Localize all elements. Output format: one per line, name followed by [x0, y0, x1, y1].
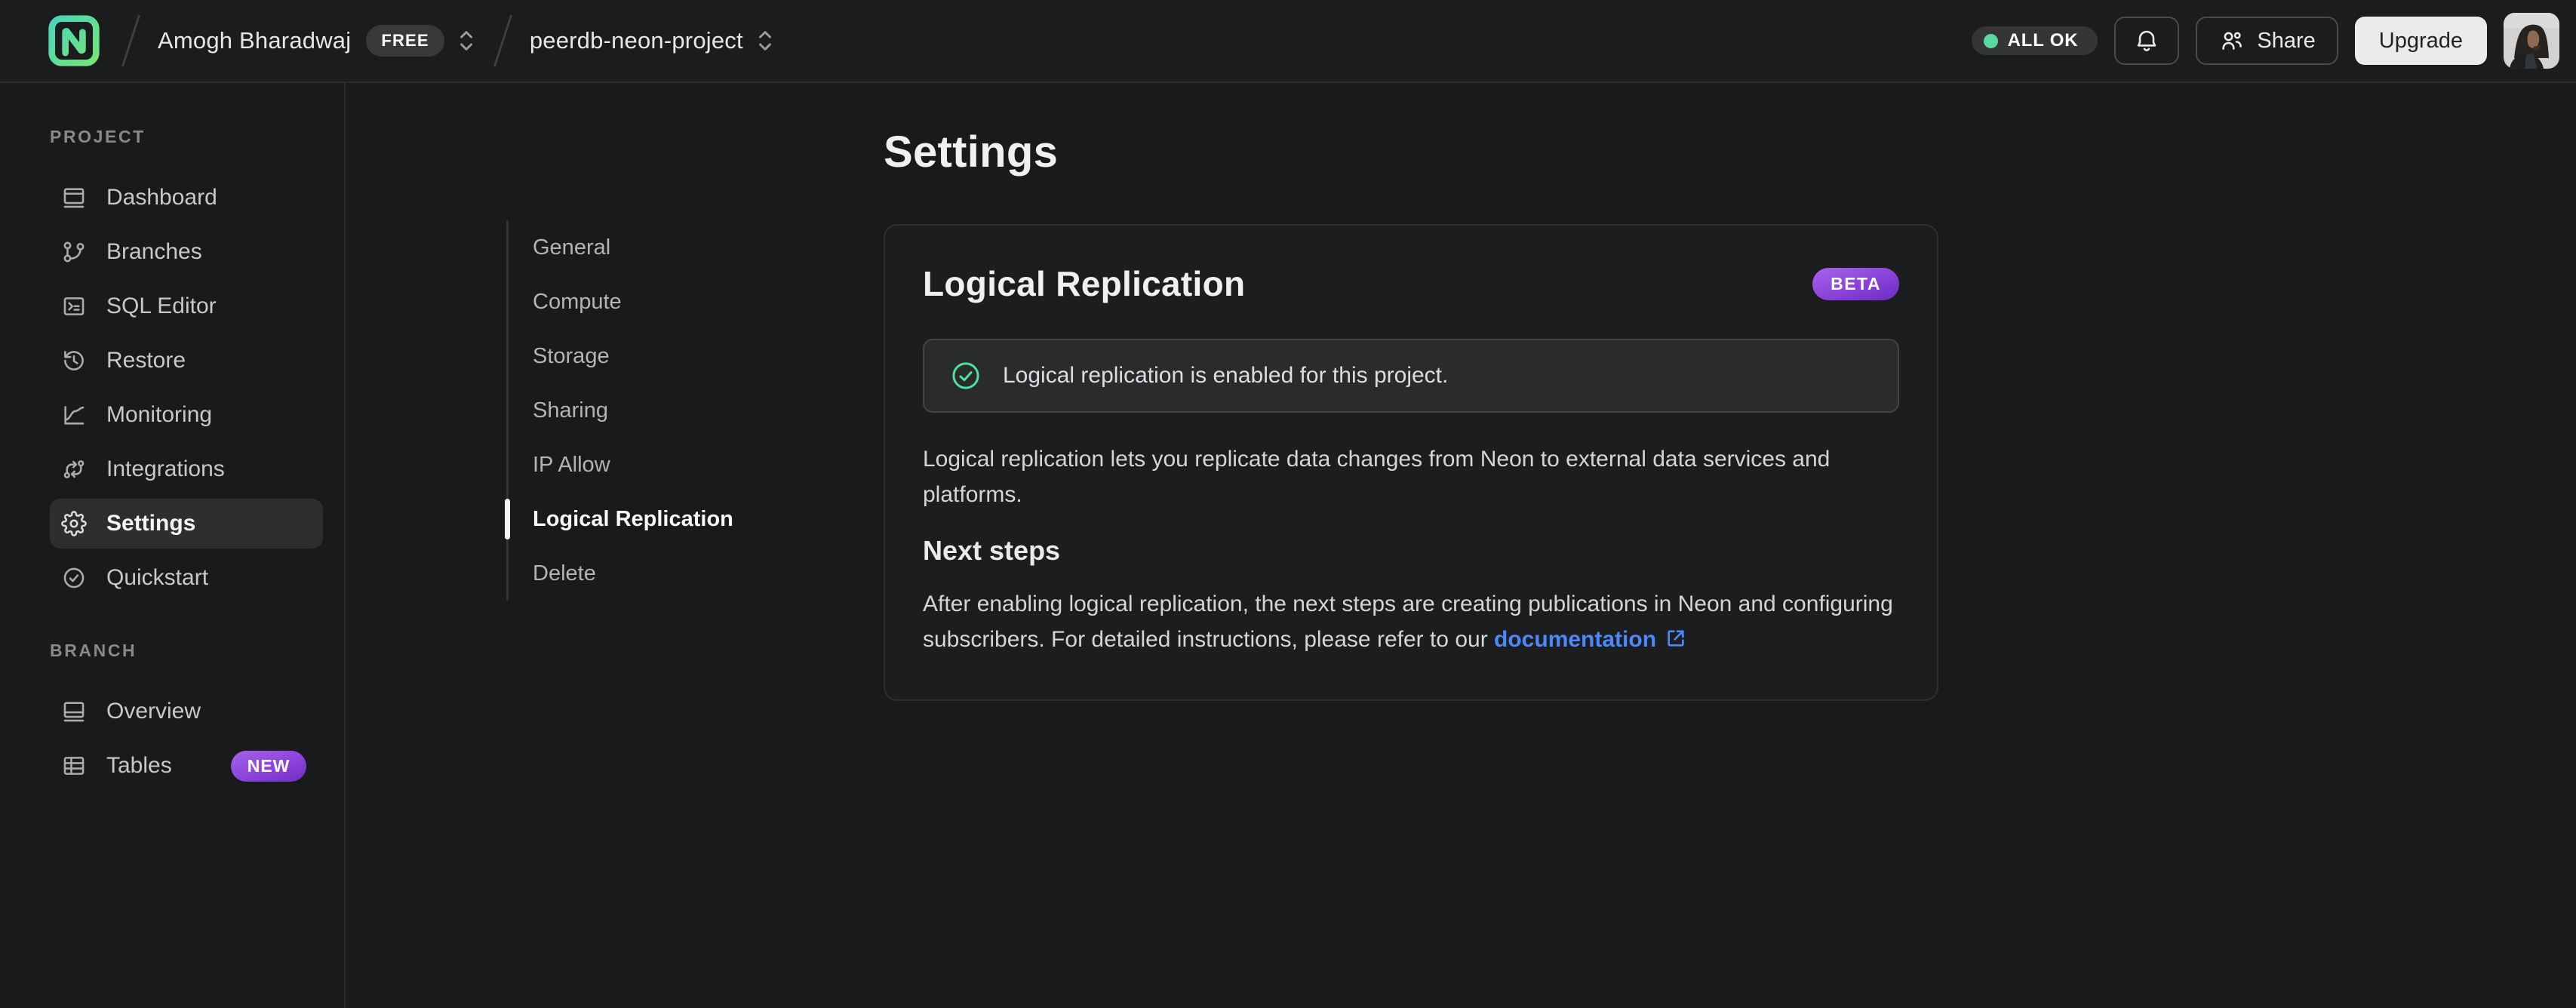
- org-selector-chevron-icon[interactable]: [456, 26, 476, 56]
- share-button[interactable]: Share: [2196, 17, 2338, 65]
- next-steps-text: After enabling logical replication, the …: [923, 592, 1900, 652]
- table-icon: [61, 753, 87, 779]
- new-badge: NEW: [230, 750, 307, 782]
- history-clock-icon: [61, 348, 87, 373]
- sidebar-item-label: Tables: [106, 753, 172, 778]
- beta-badge: BETA: [1812, 267, 1899, 300]
- sidebar-item-label: Monitoring: [106, 402, 213, 427]
- window-icon: [61, 699, 87, 724]
- neon-logo-icon[interactable]: [44, 11, 104, 71]
- settings-nav: General Compute Storage Sharing IP Allow…: [505, 220, 764, 601]
- avatar[interactable]: [2504, 13, 2559, 69]
- card-title: Logical Replication: [923, 264, 1246, 303]
- sidebar-item-integrations[interactable]: Integrations: [50, 444, 323, 494]
- page-title: Settings: [884, 128, 1059, 177]
- status-label: ALL OK: [2007, 30, 2079, 51]
- next-steps-heading: Next steps: [923, 535, 1061, 566]
- plan-badge: FREE: [366, 25, 444, 57]
- sidebar-section-project: PROJECT: [50, 127, 146, 146]
- status-pill[interactable]: ALL OK: [1971, 26, 2098, 55]
- neon-console: Amogh Bharadwaj FREE peerdb-neon-project…: [0, 0, 2576, 1008]
- dashboard-icon: [61, 185, 87, 211]
- card-description: Logical replication lets you replicate d…: [923, 447, 1831, 507]
- sidebar-item-branches[interactable]: Branches: [50, 227, 323, 277]
- sidebar-item-dashboard[interactable]: Dashboard: [50, 173, 323, 223]
- sidebar-item-label: Quickstart: [106, 565, 209, 590]
- sidebar-item-label: Integrations: [106, 456, 225, 481]
- upgrade-button[interactable]: Upgrade: [2354, 17, 2487, 65]
- chart-line-icon: [61, 402, 87, 428]
- sidebar-item-label: Settings: [106, 511, 196, 536]
- success-banner: Logical replication is enabled for this …: [923, 339, 1899, 413]
- breadcrumb-separator: [121, 14, 141, 67]
- sidebar-item-restore[interactable]: Restore: [50, 336, 323, 386]
- sidebar: PROJECT Dashboard Branches SQL Editor Re…: [0, 83, 346, 1008]
- sidebar-item-label: Branches: [106, 239, 202, 264]
- settings-nav-logical-replication[interactable]: Logical Replication: [505, 492, 764, 546]
- sidebar-item-label: Overview: [106, 699, 201, 724]
- terminal-icon: [61, 293, 87, 319]
- sidebar-item-sql-editor[interactable]: SQL Editor: [50, 281, 323, 331]
- sidebar-item-quickstart[interactable]: Quickstart: [50, 553, 323, 603]
- settings-nav-sharing[interactable]: Sharing: [509, 383, 764, 438]
- workflow-sync-icon: [61, 456, 87, 482]
- sidebar-item-overview[interactable]: Overview: [50, 687, 323, 736]
- bell-icon: [2133, 27, 2160, 54]
- sidebar-item-tables[interactable]: Tables NEW: [50, 741, 323, 791]
- notifications-button[interactable]: [2114, 17, 2180, 65]
- status-dot-icon: [1983, 33, 1998, 48]
- next-steps-paragraph: After enabling logical replication, the …: [923, 586, 1899, 657]
- logical-replication-card: Logical Replication BETA Logical replica…: [884, 224, 1938, 701]
- settings-nav-delete[interactable]: Delete: [509, 546, 764, 601]
- success-check-icon: [950, 360, 982, 392]
- breadcrumb-org[interactable]: Amogh Bharadwaj: [158, 27, 351, 54]
- documentation-link[interactable]: documentation: [1494, 627, 1656, 652]
- sidebar-item-monitoring[interactable]: Monitoring: [50, 390, 323, 440]
- topbar-actions: ALL OK Share Upgrade: [1971, 13, 2559, 69]
- check-circle-icon: [61, 565, 87, 591]
- settings-nav-storage[interactable]: Storage: [509, 329, 764, 383]
- settings-nav-ip-allow[interactable]: IP Allow: [509, 438, 764, 492]
- settings-nav-general[interactable]: General: [509, 220, 764, 275]
- project-selector-chevron-icon[interactable]: [755, 26, 775, 56]
- sidebar-item-settings[interactable]: Settings: [50, 499, 323, 549]
- sidebar-item-label: Dashboard: [106, 185, 217, 210]
- upgrade-label: Upgrade: [2378, 28, 2463, 53]
- breadcrumb-separator: [493, 14, 512, 67]
- git-branch-icon: [61, 239, 87, 265]
- breadcrumb-project[interactable]: peerdb-neon-project: [530, 27, 743, 54]
- people-icon: [2218, 27, 2246, 54]
- topbar: Amogh Bharadwaj FREE peerdb-neon-project…: [0, 0, 2576, 83]
- sidebar-section-branch: BRANCH: [50, 641, 137, 660]
- success-banner-text: Logical replication is enabled for this …: [1003, 363, 1449, 388]
- external-link-icon: [1664, 626, 1688, 650]
- settings-nav-compute[interactable]: Compute: [509, 275, 764, 329]
- sidebar-item-label: Restore: [106, 348, 186, 373]
- sidebar-item-label: SQL Editor: [106, 293, 217, 318]
- gear-icon: [61, 511, 87, 536]
- share-label: Share: [2257, 28, 2316, 53]
